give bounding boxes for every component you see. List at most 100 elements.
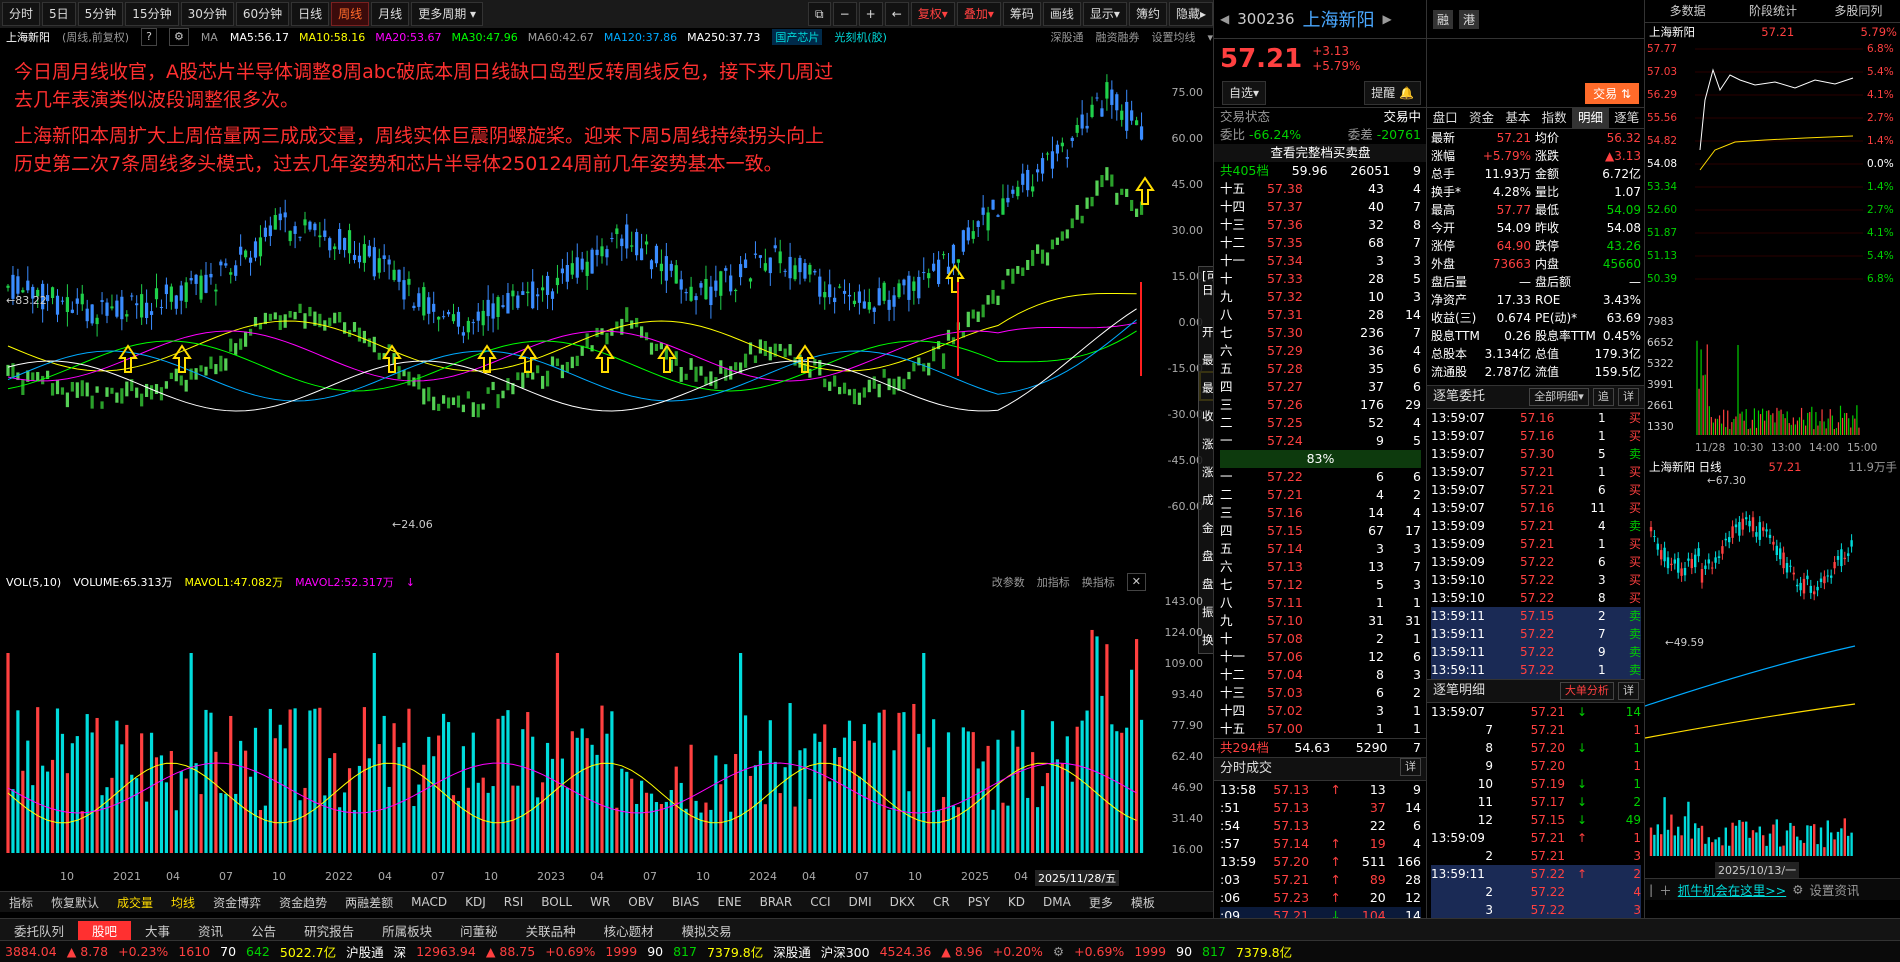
side-tab[interactable]: 阶段统计 xyxy=(1730,0,1815,22)
tick-entrust-filter[interactable]: 全部明细▾ xyxy=(1529,388,1589,406)
prev-stock-icon[interactable]: ◀ xyxy=(1220,12,1229,26)
detail-tab[interactable]: 基本 xyxy=(1500,108,1536,128)
indicator-tab[interactable]: 资金趋势 xyxy=(270,894,336,911)
indicator-tab[interactable]: 成交量 xyxy=(108,894,162,911)
indicator-tab[interactable]: PSY xyxy=(959,895,999,909)
indicator-tab[interactable]: OBV xyxy=(619,895,663,909)
order-book-row[interactable]: 十一 57.06 12 6 xyxy=(1220,648,1421,666)
close-icon[interactable]: ✕ xyxy=(1126,573,1146,591)
order-book-row[interactable]: 五 57.14 3 3 xyxy=(1220,540,1421,558)
order-book-row[interactable]: 三 57.16 14 4 xyxy=(1220,504,1421,522)
period-fenshi[interactable]: 分时 xyxy=(2,2,41,26)
sz-index[interactable]: 12963.94 xyxy=(411,944,481,959)
order-book-row[interactable]: 十 57.08 2 1 xyxy=(1220,630,1421,648)
chips-button[interactable]: 筹码 xyxy=(1002,2,1041,26)
indicator-tab[interactable]: DKX xyxy=(881,895,924,909)
tick-entrust-chase[interactable]: 追 xyxy=(1592,388,1614,406)
badge-rong[interactable]: 融 xyxy=(1433,9,1454,29)
indicator-tab[interactable]: 恢复默认 xyxy=(42,894,108,911)
hide-button[interactable]: 隐藏▸ xyxy=(1168,2,1213,26)
indicator-tab[interactable]: 模板 xyxy=(1122,894,1164,911)
indicator-tab[interactable]: 资金博弈 xyxy=(204,894,270,911)
bottom-tab[interactable]: 研究报告 xyxy=(290,921,368,940)
big-order-analysis-button[interactable]: 大单分析 xyxy=(1559,682,1614,700)
alert-button[interactable]: 提醒 🔔 xyxy=(1364,81,1421,105)
order-book-row[interactable]: 十一 57.34 3 3 xyxy=(1220,252,1421,270)
indicator-tab[interactable]: DMA xyxy=(1034,895,1080,909)
order-book-row[interactable]: 二 57.21 4 2 xyxy=(1220,486,1421,504)
side-tab[interactable]: 多股同列 xyxy=(1816,0,1900,22)
bottom-tab[interactable]: 资讯 xyxy=(184,921,237,940)
order-book-row[interactable]: 四 57.15 67 17 xyxy=(1220,522,1421,540)
order-book-row[interactable]: 十三 57.03 6 2 xyxy=(1220,684,1421,702)
tag-lithography[interactable]: 光刻机(胶) xyxy=(834,29,887,45)
full-book-link[interactable]: 查看完整档买卖盘 xyxy=(1214,144,1427,162)
kline-chart-area[interactable]: 上海新阳 (周线,前复权) ? ⚙ MA MA5:56.17 MA10:58.16… xyxy=(0,28,1270,886)
indicator-tab[interactable]: 均线 xyxy=(162,894,204,911)
indicator-tab[interactable]: 指标 xyxy=(0,894,42,911)
settings-icon[interactable]: ⚙ xyxy=(1792,882,1803,897)
help-icon[interactable]: ? xyxy=(141,28,157,46)
bottom-tab[interactable]: 关联品种 xyxy=(512,921,590,940)
tick-entrust-detail[interactable]: 详 xyxy=(1618,388,1639,406)
order-book-row[interactable]: 十五 57.00 1 1 xyxy=(1220,720,1421,738)
link-margin[interactable]: 融资融券 xyxy=(1095,29,1139,45)
order-book-row[interactable]: 二 57.25 52 4 xyxy=(1220,414,1421,432)
indicator-tab[interactable]: KD xyxy=(999,895,1034,909)
detail-tab[interactable]: 指数 xyxy=(1536,108,1572,128)
order-book-row[interactable]: 三 57.26 176 29 xyxy=(1220,396,1421,414)
order-book-row[interactable]: 十二 57.35 68 7 xyxy=(1220,234,1421,252)
order-book-row[interactable]: 十四 57.37 40 7 xyxy=(1220,198,1421,216)
indicator-tab[interactable]: BRAR xyxy=(751,895,802,909)
bottom-tab[interactable]: 问董秘 xyxy=(446,921,512,940)
tag-chip[interactable]: 国产芯片 xyxy=(772,29,823,45)
indicator-tab[interactable]: 更多 xyxy=(1080,894,1122,911)
order-book-row[interactable]: 七 57.30 236 7 xyxy=(1220,324,1421,342)
time-sales-detail-button[interactable]: 详 xyxy=(1400,758,1421,776)
order-book-row[interactable]: 八 57.31 28 14 xyxy=(1220,306,1421,324)
bottom-tab[interactable]: 大事 xyxy=(131,921,184,940)
display-button[interactable]: 显示▾ xyxy=(1082,2,1127,26)
period-monthly[interactable]: 月线 xyxy=(371,2,410,26)
order-book-row[interactable]: 六 57.29 36 4 xyxy=(1220,342,1421,360)
indicator-tab[interactable]: BIAS xyxy=(663,895,709,909)
badge-gang[interactable]: 港 xyxy=(1459,9,1480,29)
link-set-ma[interactable]: 设置均线 xyxy=(1151,29,1195,45)
detail-tab[interactable]: 明细 xyxy=(1572,108,1609,128)
draw-line-button[interactable]: 画线 xyxy=(1042,2,1081,26)
settings-news-link[interactable]: 设置资讯 xyxy=(1809,880,1859,899)
order-book-row[interactable]: 七 57.12 5 3 xyxy=(1220,576,1421,594)
indicator-tab[interactable]: KDJ xyxy=(456,895,495,909)
order-book-row[interactable]: 八 57.11 1 1 xyxy=(1220,594,1421,612)
watchlist-button[interactable]: 自选▾ xyxy=(1222,81,1267,105)
period-60min[interactable]: 60分钟 xyxy=(235,2,290,26)
vol-switch-indicator[interactable]: 换指标 xyxy=(1082,574,1115,590)
order-book-row[interactable]: 九 57.32 10 3 xyxy=(1220,288,1421,306)
order-book-row[interactable]: 六 57.13 13 7 xyxy=(1220,558,1421,576)
bottom-tab[interactable]: 模拟交易 xyxy=(668,921,746,940)
indicator-tab[interactable]: ENE xyxy=(708,895,750,909)
order-book-row[interactable]: 一 57.22 6 6 xyxy=(1220,468,1421,486)
indicator-tab[interactable]: BOLL xyxy=(532,895,581,909)
order-book-row[interactable]: 十三 57.36 32 8 xyxy=(1220,216,1421,234)
indicator-tab[interactable]: RSI xyxy=(495,895,533,909)
bottom-tab[interactable]: 核心题材 xyxy=(590,921,668,940)
vol-edit-params[interactable]: 改参数 xyxy=(992,574,1025,590)
order-book-row[interactable]: 五 57.28 35 6 xyxy=(1220,360,1421,378)
indicator-tab[interactable]: MACD xyxy=(402,895,456,909)
ad-link[interactable]: 抓牛机会在这里>> xyxy=(1678,880,1786,899)
hgt-link[interactable]: 沪股通 xyxy=(341,942,389,961)
bottom-tab[interactable]: 股吧 xyxy=(78,920,132,940)
order-book-row[interactable]: 十四 57.02 3 1 xyxy=(1220,702,1421,720)
sh-index[interactable]: 3884.04 xyxy=(0,944,62,959)
bottom-tab[interactable]: 公告 xyxy=(237,921,290,940)
hs300-index[interactable]: 4524.36 xyxy=(875,944,937,959)
link-sgt[interactable]: 深股通 xyxy=(1050,29,1083,45)
trade-button[interactable]: 交易 ⇅ xyxy=(1585,82,1639,104)
indicator-tab[interactable]: CCI xyxy=(801,895,839,909)
period-5min[interactable]: 5分钟 xyxy=(77,2,124,26)
sgt-link[interactable]: 深股通 xyxy=(768,942,816,961)
add-icon[interactable]: ＋ xyxy=(1659,880,1672,899)
period-5day[interactable]: 5日 xyxy=(42,2,76,26)
bottom-tab[interactable]: 所属板块 xyxy=(368,921,446,940)
